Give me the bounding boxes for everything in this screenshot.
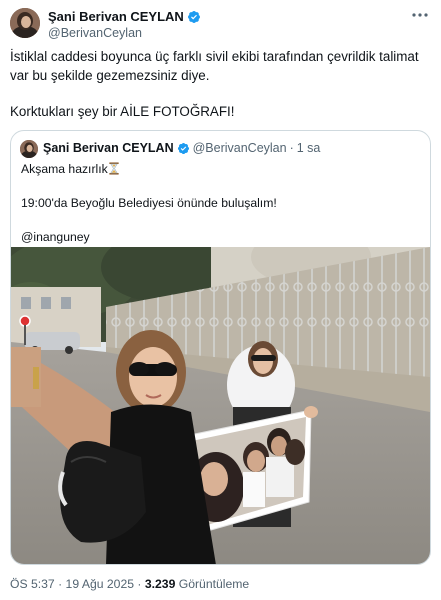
tweet-text-line1: İstiklal caddesi boyunca üç farklı sivil… — [10, 49, 419, 83]
quoted-tweet[interactable]: Şani Berivan CEYLAN @BerivanCeylan · 1 s… — [10, 130, 431, 565]
quoted-text-line1: Akşama hazırlık — [21, 161, 421, 178]
author-display-name[interactable]: Şani Berivan CEYLAN — [48, 9, 184, 24]
hourglass-icon — [109, 162, 119, 175]
quoted-header: Şani Berivan CEYLAN @BerivanCeylan · 1 s… — [43, 141, 320, 155]
quoted-text: Akşama hazırlık 19:00'da Beyoğlu Belediy… — [21, 161, 421, 246]
tweet-meta: ÖS 5:37 · 19 Ağu 2025 · 3.239 Görüntülem… — [10, 577, 249, 591]
quoted-verified-badge-icon — [177, 142, 189, 154]
quoted-handle[interactable]: @BerivanCeylan — [193, 141, 287, 155]
quoted-separator: · — [289, 141, 294, 155]
tweet-text: İstiklal caddesi boyunca üç farklı sivil… — [10, 48, 425, 122]
author-avatar[interactable] — [10, 8, 40, 38]
quoted-author-avatar[interactable] — [20, 140, 38, 158]
tweet-timestamp[interactable]: ÖS 5:37 · 19 Ağu 2025 · — [10, 577, 145, 591]
quoted-text-line2: 19:00'da Beyoğlu Belediyesi önünde buluş… — [21, 196, 277, 210]
author-name-row[interactable]: Şani Berivan CEYLAN — [48, 9, 201, 24]
views-label: Görüntüleme — [175, 577, 250, 591]
verified-badge-icon — [187, 10, 200, 23]
more-options-icon[interactable] — [411, 10, 429, 20]
quoted-photo[interactable] — [11, 247, 430, 565]
author-handle[interactable]: @BerivanCeylan — [48, 26, 142, 40]
tweet: Şani Berivan CEYLAN @BerivanCeylan İstik… — [0, 0, 441, 600]
tweet-text-line2: Korktukları şey bir AİLE FOTOĞRAFI! — [10, 104, 235, 119]
quoted-display-name[interactable]: Şani Berivan CEYLAN — [43, 141, 174, 155]
views-count: 3.239 — [144, 577, 176, 591]
quoted-mention[interactable]: @inanguney — [21, 229, 421, 246]
quoted-time[interactable]: 1 sa — [297, 141, 321, 155]
quoted-text-1: Akşama hazırlık — [21, 162, 108, 176]
